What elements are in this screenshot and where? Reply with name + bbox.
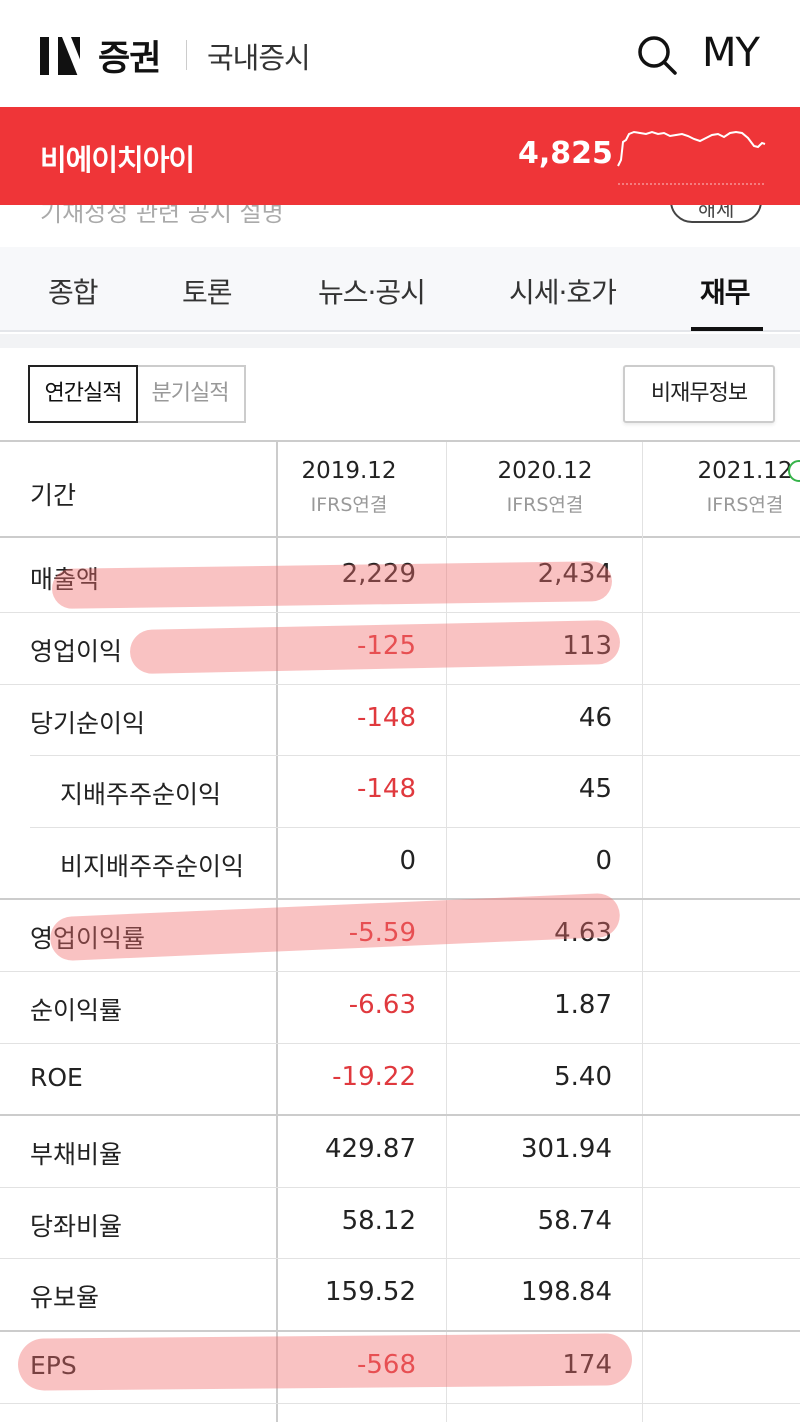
app-header: N 증권 국내증시 MY bbox=[0, 0, 800, 107]
active-tab-indicator bbox=[691, 327, 763, 331]
section-gap bbox=[0, 334, 800, 348]
value-2020: 0 bbox=[595, 846, 612, 876]
column-basis: IFRS연결 bbox=[706, 494, 784, 516]
value-2019: -148 bbox=[356, 703, 416, 733]
value-2019: 429.87 bbox=[325, 1134, 416, 1164]
column-header-2019[interactable]: 2019.12 IFRS연결 bbox=[266, 458, 432, 517]
row-label: 비지배주주순이익 bbox=[60, 852, 245, 881]
notice-button[interactable]: 해제 bbox=[670, 205, 762, 223]
row-label: 부채비율 bbox=[30, 1140, 123, 1169]
tab-financials[interactable]: 재무 bbox=[700, 271, 751, 311]
column-year: 2020.12 bbox=[497, 458, 593, 484]
stock-tabs: 종합 토론 뉴스·공시 시세·호가 재무 bbox=[0, 247, 800, 332]
value-2020: 58.74 bbox=[537, 1206, 612, 1236]
column-basis: IFRS연결 bbox=[506, 494, 584, 516]
period-header: 기간 bbox=[30, 481, 77, 510]
row-label: 순이익률 bbox=[30, 996, 123, 1025]
row-label: 당좌비율 bbox=[30, 1212, 123, 1241]
table-row: 당좌비율 58.12 58.74 bbox=[0, 1187, 800, 1259]
value-2020: 5.40 bbox=[554, 1062, 612, 1092]
notice-button-label: 해제 bbox=[697, 205, 735, 221]
header-divider bbox=[186, 40, 187, 70]
value-2020: 1.87 bbox=[554, 990, 612, 1020]
annual-toggle-button[interactable]: 연간실적 bbox=[28, 365, 138, 423]
period-toggle: 연간실적 분기실적 bbox=[28, 365, 246, 423]
value-2020: 198.84 bbox=[521, 1277, 612, 1307]
price-sparkline bbox=[617, 130, 766, 185]
table-row: 지배주주순이익 -148 45 bbox=[0, 755, 800, 827]
value-2019: 159.52 bbox=[325, 1277, 416, 1307]
table-row: 당기순이익 -148 46 bbox=[0, 684, 800, 756]
column-header-2020[interactable]: 2020.12 IFRS연결 bbox=[462, 458, 628, 517]
hidden-notice-strip: 기재정정 관련 공시 설명 해제 bbox=[0, 205, 800, 247]
value-2020: 46 bbox=[578, 703, 612, 733]
row-label: 지배주주순이익 bbox=[60, 780, 222, 809]
value-2019: -6.63 bbox=[348, 990, 416, 1020]
tab-news[interactable]: 뉴스·공시 bbox=[318, 271, 426, 311]
highlight-stroke bbox=[51, 561, 613, 609]
row-label: 당기순이익 bbox=[30, 709, 146, 738]
non-financial-button[interactable]: 비재무정보 bbox=[623, 365, 775, 423]
my-menu-button[interactable]: MY bbox=[702, 30, 760, 76]
table-row: ROE -19.22 5.40 bbox=[0, 1043, 800, 1115]
stock-name: 비에이치아이 bbox=[40, 143, 195, 177]
column-header-2021[interactable]: 2021.12 IFRS연결 bbox=[662, 458, 800, 517]
row-divider bbox=[0, 1403, 800, 1404]
value-2020: 301.94 bbox=[521, 1134, 612, 1164]
table-row: 유보율 159.52 198.84 bbox=[0, 1258, 800, 1330]
value-2019: -148 bbox=[356, 774, 416, 804]
table-row: 순이익률 -6.63 1.87 bbox=[0, 971, 800, 1043]
tab-summary[interactable]: 종합 bbox=[48, 271, 99, 311]
quarterly-toggle-button[interactable]: 분기실적 bbox=[136, 365, 246, 423]
search-icon[interactable] bbox=[636, 34, 678, 76]
tab-quotes[interactable]: 시세·호가 bbox=[509, 271, 617, 311]
column-basis: IFRS연결 bbox=[310, 494, 388, 516]
column-year: 2019.12 bbox=[301, 458, 397, 484]
column-year: 2021.12 bbox=[697, 458, 793, 484]
naver-logo-icon[interactable]: N bbox=[40, 37, 80, 75]
table-header-row: 기간 2019.12 IFRS연결 2020.12 IFRS연결 2021.12… bbox=[0, 442, 800, 538]
row-label: 영업이익 bbox=[30, 637, 123, 666]
section-link[interactable]: 국내증시 bbox=[207, 35, 311, 77]
table-row: 부채비율 429.87 301.94 bbox=[0, 1115, 800, 1187]
stock-price: 4,825 bbox=[518, 136, 613, 171]
brand-title[interactable]: 증권 bbox=[98, 30, 161, 81]
notice-text: 기재정정 관련 공시 설명 bbox=[40, 205, 284, 227]
highlight-stroke bbox=[17, 1333, 633, 1391]
tab-discussion[interactable]: 토론 bbox=[182, 271, 233, 311]
value-2019: 58.12 bbox=[341, 1206, 416, 1236]
value-2019: 0 bbox=[399, 846, 416, 876]
value-2019: -19.22 bbox=[332, 1062, 416, 1092]
row-label: ROE bbox=[30, 1063, 83, 1092]
row-label: 유보율 bbox=[30, 1283, 100, 1312]
table-row: 비지배주주순이익 0 0 bbox=[0, 827, 800, 899]
value-2020: 45 bbox=[578, 774, 612, 804]
